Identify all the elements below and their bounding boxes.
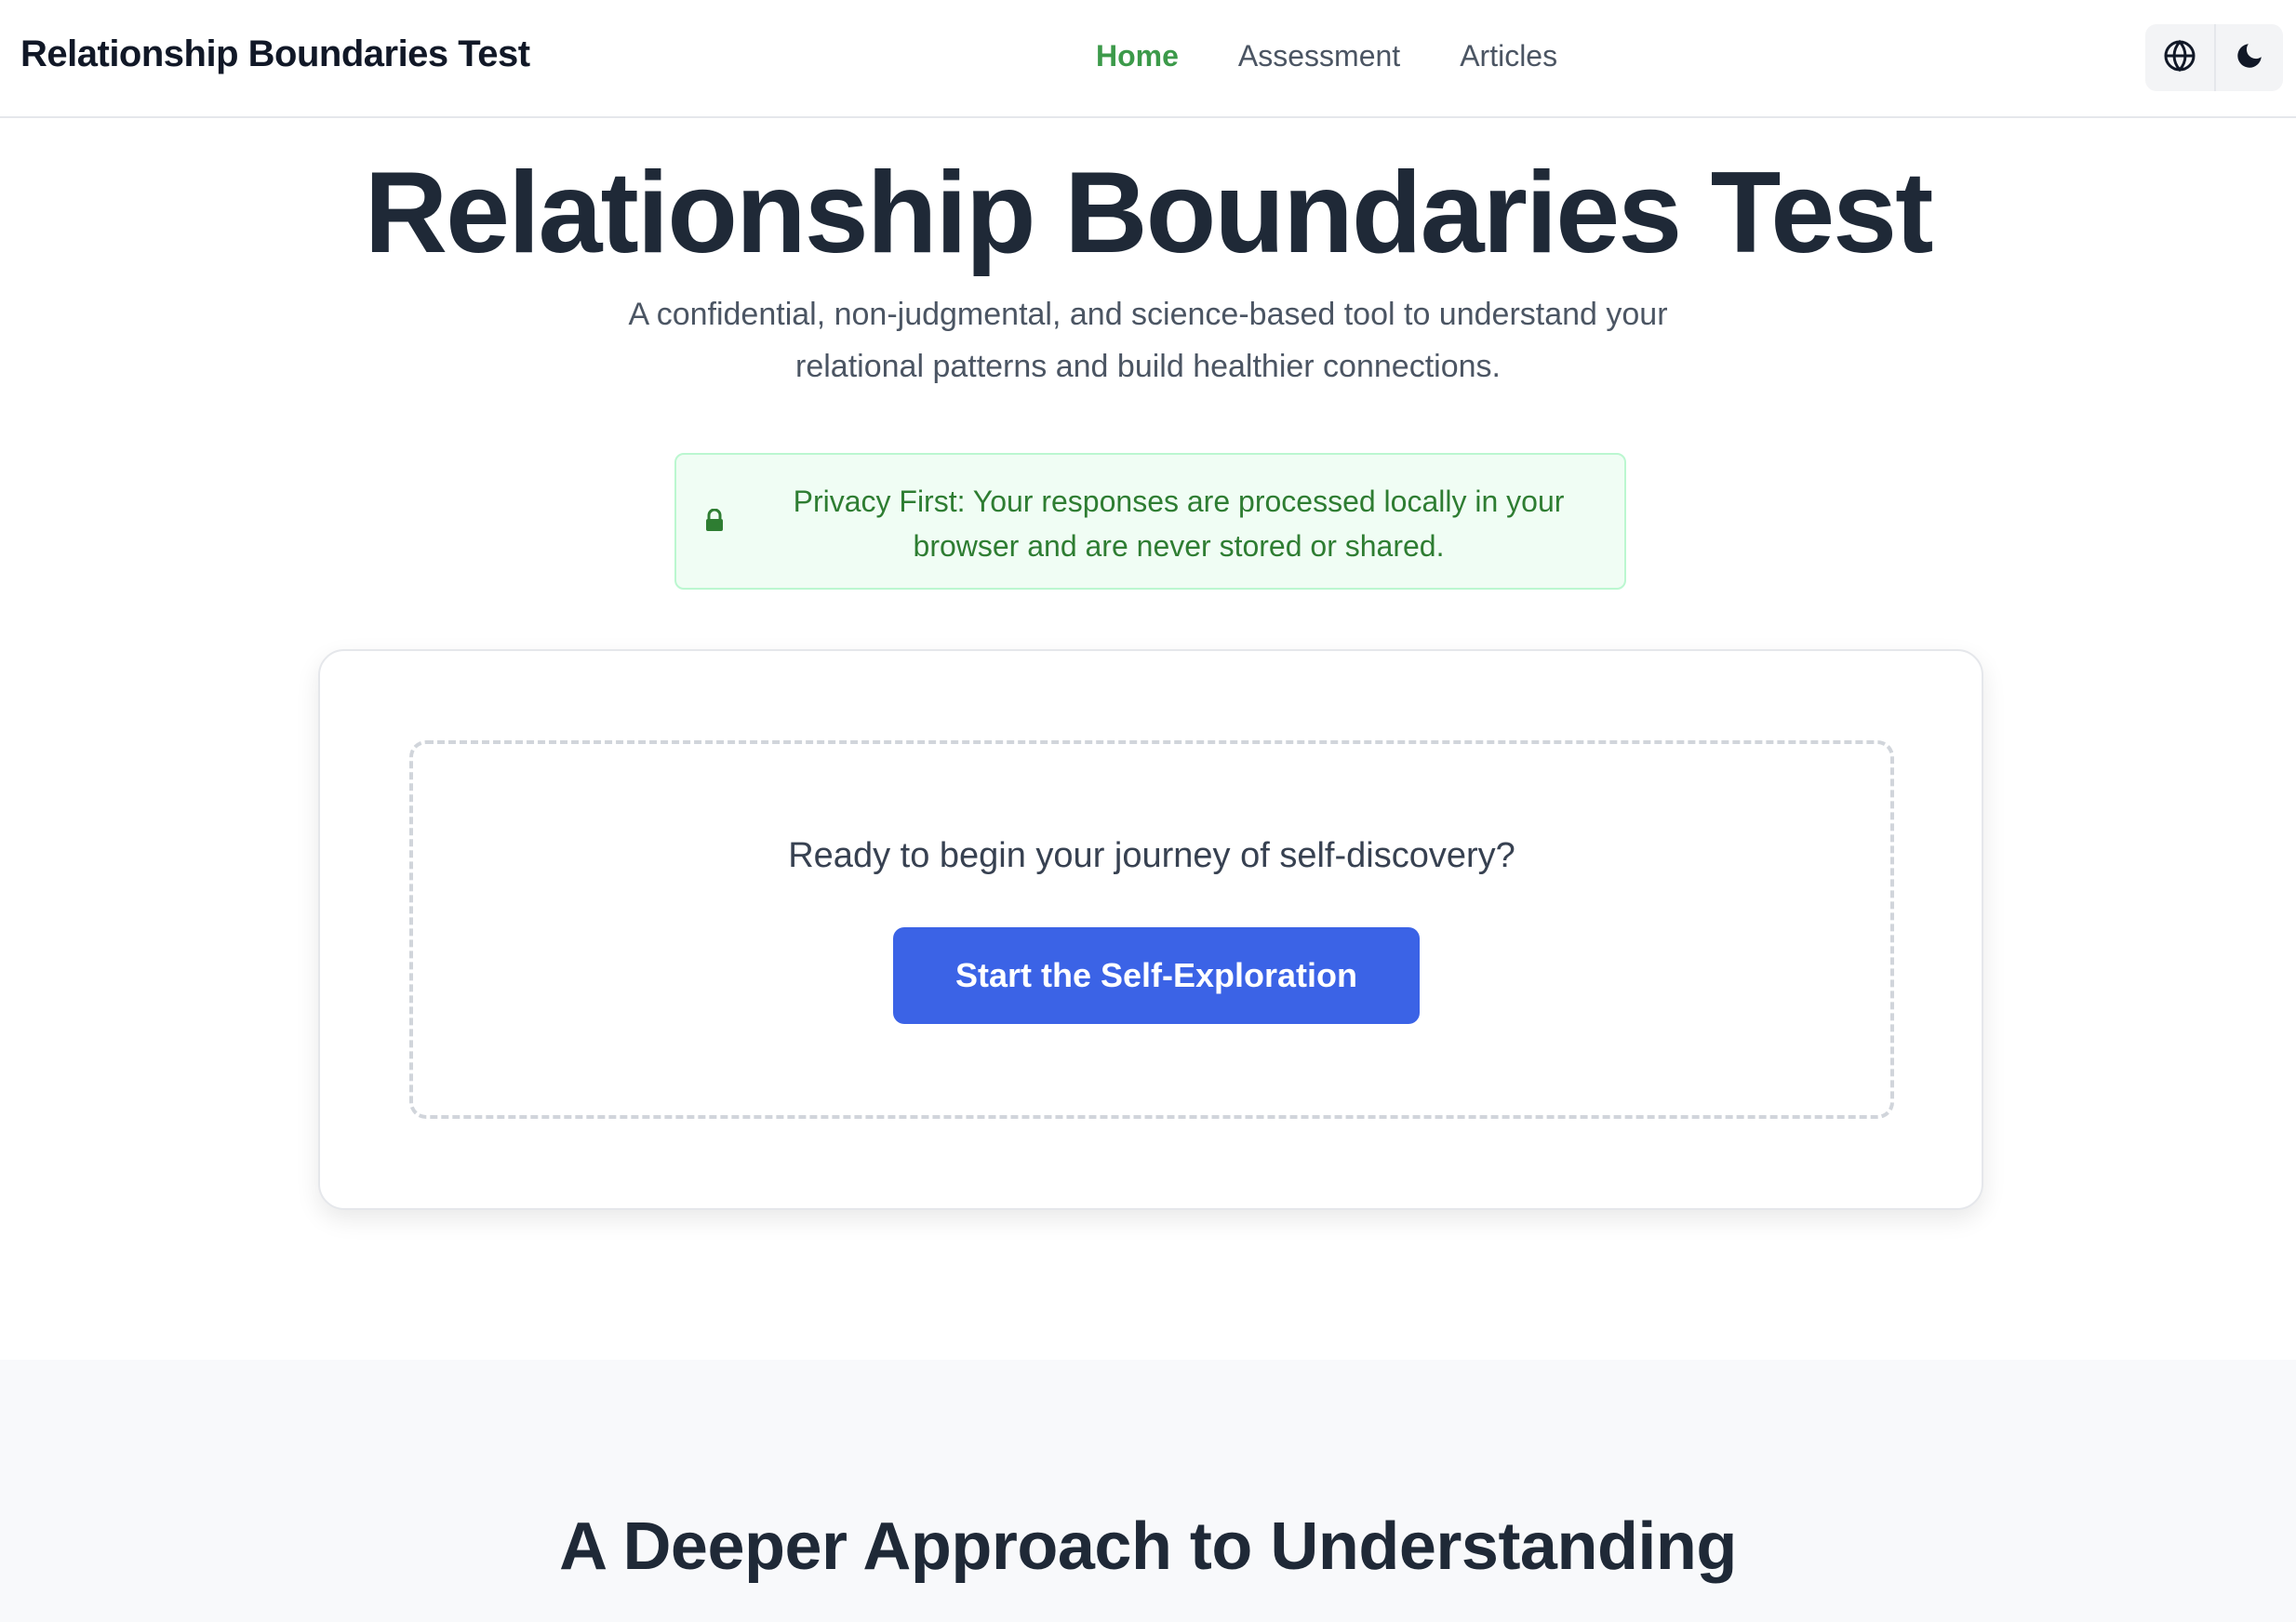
theme-toggle-button[interactable]	[2214, 24, 2283, 91]
nav-articles[interactable]: Articles	[1460, 39, 1557, 73]
moon-icon	[2234, 40, 2265, 76]
site-header: Relationship Boundaries Test Home Assess…	[0, 0, 2296, 118]
language-button[interactable]	[2145, 24, 2214, 91]
start-dropzone: Ready to begin your journey of self-disc…	[409, 740, 1894, 1119]
privacy-text: Privacy First: Your responses are proces…	[793, 485, 1565, 563]
main-nav: Home Assessment Articles	[1096, 39, 1557, 73]
start-card: Ready to begin your journey of self-disc…	[318, 649, 1983, 1210]
lock-icon	[704, 508, 725, 538]
brand-title[interactable]: Relationship Boundaries Test	[20, 33, 530, 75]
hero-subtitle: A confidential, non-judgmental, and scie…	[628, 297, 1668, 384]
hero-title: Relationship Boundaries Test	[364, 149, 1934, 277]
start-exploration-button[interactable]: Start the Self-Exploration	[893, 927, 1420, 1024]
header-tools	[2145, 24, 2283, 91]
globe-icon	[2163, 39, 2196, 77]
nav-home[interactable]: Home	[1096, 39, 1179, 73]
start-prompt: Ready to begin your journey of self-disc…	[788, 836, 1515, 875]
nav-assessment[interactable]: Assessment	[1238, 39, 1400, 73]
section-title: A Deeper Approach to Understanding	[559, 1509, 1737, 1584]
approach-section: A Deeper Approach to Understanding	[0, 1360, 2296, 1622]
privacy-notice: Privacy First: Your responses are proces…	[674, 453, 1626, 590]
